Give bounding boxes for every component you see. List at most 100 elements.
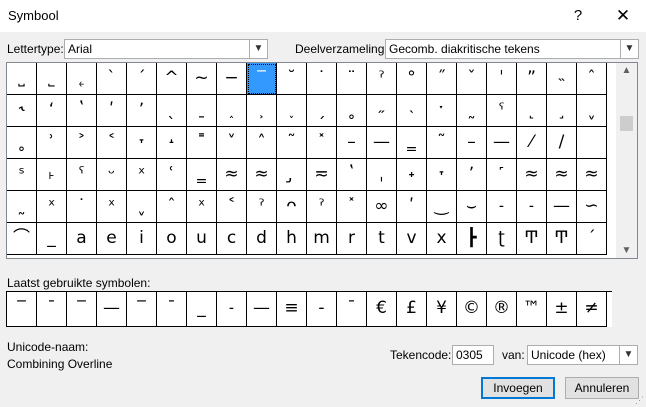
symbol-cell[interactable]: ˍ bbox=[187, 95, 217, 127]
recent-symbol-cell[interactable]: ¯ bbox=[157, 292, 187, 327]
symbol-cell[interactable]: t bbox=[367, 223, 397, 255]
symbol-cell[interactable]: ˘ bbox=[277, 63, 307, 95]
symbol-cell[interactable]: ∞ bbox=[367, 191, 397, 223]
symbol-cell[interactable]: ¨ bbox=[337, 63, 367, 95]
symbol-cell[interactable]: ~ bbox=[187, 63, 217, 95]
symbol-cell[interactable]: / bbox=[547, 127, 577, 159]
symbol-cell[interactable]: ˃ bbox=[67, 127, 97, 159]
symbol-cell[interactable]: ⌒ bbox=[7, 223, 37, 255]
symbol-cell[interactable]: ˔ bbox=[157, 127, 187, 159]
char-code-input[interactable]: 0305 bbox=[452, 345, 494, 365]
recent-symbol-cell[interactable]: — bbox=[247, 292, 277, 327]
symbol-cell[interactable]: ˳ bbox=[337, 95, 367, 127]
symbol-cell[interactable]: u bbox=[187, 223, 217, 255]
symbol-cell[interactable]: ʹ bbox=[97, 95, 127, 127]
recent-symbol-cell[interactable]: ≠ bbox=[577, 292, 607, 327]
symbol-cell[interactable]: ‾ bbox=[247, 63, 277, 95]
symbol-cell[interactable]: — bbox=[367, 127, 397, 159]
chevron-down-icon[interactable]: ▼ bbox=[620, 40, 638, 58]
symbol-cell[interactable]: d bbox=[247, 223, 277, 255]
symbol-cell[interactable]: ˤ bbox=[67, 159, 97, 191]
recent-symbol-cell[interactable]: - bbox=[307, 292, 337, 327]
symbol-cell[interactable]: Ͳ bbox=[517, 223, 547, 255]
symbol-cell[interactable]: ʼ bbox=[457, 159, 487, 191]
symbol-cell[interactable]: ˣ bbox=[127, 159, 157, 191]
grid-scrollbar[interactable]: ▲ ▼ bbox=[616, 63, 637, 258]
chevron-down-icon[interactable]: ▼ bbox=[619, 346, 637, 364]
symbol-cell[interactable]: ˅ bbox=[217, 127, 247, 159]
subset-select[interactable]: Gecomb. diakritische tekens ▼ bbox=[385, 39, 639, 59]
recent-symbol-cell[interactable]: ˗ bbox=[217, 292, 247, 327]
symbol-cell[interactable]: ≈ bbox=[217, 159, 247, 191]
symbol-cell[interactable]: ʽ bbox=[67, 95, 97, 127]
symbol-cell[interactable]: – bbox=[337, 127, 367, 159]
symbol-cell[interactable]: ʼ bbox=[127, 95, 157, 127]
symbol-cell[interactable]: ˻ bbox=[517, 95, 547, 127]
symbol-cell[interactable]: ˰ bbox=[217, 95, 247, 127]
recent-symbol-cell[interactable]: ‾ bbox=[67, 292, 97, 327]
symbol-cell[interactable]: ˊ bbox=[577, 223, 607, 255]
symbol-cell[interactable]: ┣ bbox=[457, 223, 487, 255]
symbol-cell[interactable]: ≂ bbox=[307, 159, 337, 191]
symbol-cell[interactable]: ˣ bbox=[187, 191, 217, 223]
symbol-cell[interactable]: ˙ bbox=[307, 63, 337, 95]
symbol-cell[interactable]: ° bbox=[397, 63, 427, 95]
font-select[interactable]: Arial ▼ bbox=[64, 39, 268, 59]
symbol-cell[interactable] bbox=[577, 127, 607, 159]
symbol-cell[interactable]: ˆ bbox=[577, 63, 607, 95]
symbol-cell[interactable]: ˬ bbox=[577, 95, 607, 127]
symbol-cell[interactable]: ˆ bbox=[157, 191, 187, 223]
symbol-cell[interactable]: _ bbox=[37, 223, 67, 255]
symbol-cell[interactable]: ˕ bbox=[127, 127, 157, 159]
symbol-cell[interactable]: ‗ bbox=[187, 159, 217, 191]
recent-symbol-cell[interactable]: ¯ bbox=[337, 292, 367, 327]
symbol-cell[interactable]: ʈ bbox=[487, 223, 517, 255]
symbol-cell[interactable]: ˏ bbox=[307, 95, 337, 127]
scroll-up-icon[interactable]: ▲ bbox=[616, 65, 637, 76]
recent-symbol-cell[interactable]: — bbox=[97, 292, 127, 327]
symbol-cell[interactable]: ∽ bbox=[577, 191, 607, 223]
symbol-cell[interactable]: ˕ bbox=[427, 159, 457, 191]
symbol-cell[interactable]: ˟ bbox=[307, 127, 337, 159]
symbol-cell[interactable]: ⌣ bbox=[457, 191, 487, 223]
symbol-cell[interactable]: ˵ bbox=[547, 63, 577, 95]
symbol-cell[interactable]: ˶ bbox=[367, 95, 397, 127]
symbol-cell[interactable]: ‗ bbox=[397, 127, 427, 159]
symbol-cell[interactable]: ᵕ bbox=[97, 159, 127, 191]
resize-grip-icon[interactable]: ⋰ bbox=[635, 395, 644, 406]
insert-button[interactable]: Invoegen bbox=[481, 377, 555, 399]
symbol-cell[interactable]: ˢ bbox=[7, 159, 37, 191]
symbol-cell[interactable]: ˙ bbox=[67, 191, 97, 223]
symbol-cell[interactable]: ˹ bbox=[487, 159, 517, 191]
help-button[interactable]: ? bbox=[566, 5, 590, 27]
recent-symbol-cell[interactable]: ± bbox=[547, 292, 577, 327]
symbol-cell[interactable]: x bbox=[427, 223, 457, 255]
symbol-cell[interactable]: ˂ bbox=[217, 191, 247, 223]
symbol-cell[interactable]: ˋ bbox=[97, 63, 127, 95]
symbol-cell[interactable]: ˟ bbox=[337, 191, 367, 223]
symbol-cell[interactable]: ˜ bbox=[277, 127, 307, 159]
symbol-cell[interactable]: r bbox=[337, 223, 367, 255]
symbol-cell[interactable]: ˈ bbox=[487, 63, 517, 95]
symbol-cell[interactable]: v bbox=[397, 223, 427, 255]
symbol-cell[interactable]: ≈ bbox=[577, 159, 607, 191]
symbol-cell[interactable]: — bbox=[487, 127, 517, 159]
recent-symbol-cell[interactable]: ¯ bbox=[37, 292, 67, 327]
symbol-cell[interactable]: ˊ bbox=[127, 63, 157, 95]
symbol-cell[interactable]: ⁄ bbox=[517, 127, 547, 159]
symbol-cell[interactable]: i bbox=[127, 223, 157, 255]
recent-symbol-cell[interactable]: ‾ bbox=[7, 292, 37, 327]
recent-symbol-cell[interactable]: _ bbox=[187, 292, 217, 327]
recent-symbol-cell[interactable]: ™ bbox=[517, 292, 547, 327]
symbol-cell[interactable]: ˮ bbox=[517, 63, 547, 95]
scroll-down-icon[interactable]: ▼ bbox=[616, 245, 637, 256]
recent-symbol-cell[interactable]: ® bbox=[487, 292, 517, 327]
symbol-cell[interactable]: ˣ bbox=[97, 191, 127, 223]
chevron-down-icon[interactable]: ▼ bbox=[249, 40, 267, 58]
symbol-cell[interactable]: ˗ bbox=[487, 191, 517, 223]
symbol-cell[interactable]: ˿ bbox=[67, 63, 97, 95]
symbol-cell[interactable]: ˂ bbox=[97, 127, 127, 159]
scroll-thumb[interactable] bbox=[620, 116, 633, 131]
symbol-cell[interactable]: ̡ bbox=[277, 159, 307, 191]
symbol-cell[interactable]: – bbox=[457, 127, 487, 159]
